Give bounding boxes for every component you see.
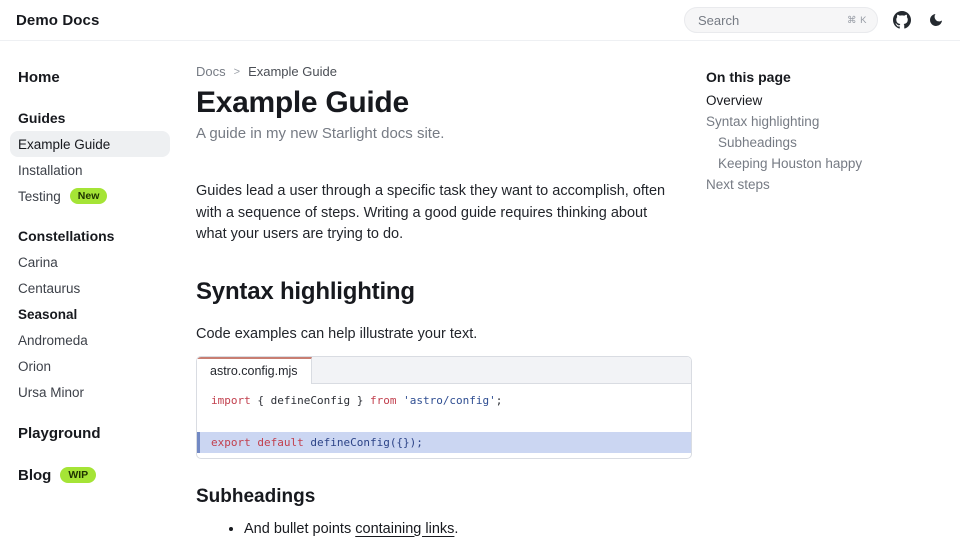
inline-link[interactable]: containing links — [355, 521, 454, 537]
sidebar-item-label: Example Guide — [18, 137, 110, 152]
sidebar-item-label: Blog — [18, 467, 51, 484]
toc-item-subheadings[interactable]: Subheadings — [706, 132, 932, 153]
site-title[interactable]: Demo Docs — [16, 12, 99, 29]
sidebar: Home Guides Example Guide Installation Testi… — [0, 41, 180, 540]
intro-paragraph: Guides lead a user through a specific ta… — [196, 181, 676, 246]
sidebar-item-carina[interactable]: Carina — [10, 249, 170, 275]
code-line: export default defineConfig({}); — [197, 432, 691, 453]
github-link[interactable] — [891, 9, 913, 31]
sidebar-item-guides: Guides — [10, 105, 170, 131]
sidebar-item-label: Testing — [18, 189, 61, 204]
sidebar-item-blog[interactable]: Blog WIP — [10, 461, 170, 489]
code-tabbar: astro.config.mjs — [197, 357, 691, 384]
search-shortcut-kbd: ⌘ K — [847, 15, 867, 26]
code-tabbar-filler — [312, 357, 691, 384]
breadcrumb-item-docs[interactable]: Docs — [196, 64, 226, 79]
section-intro: Code examples can help illustrate your t… — [196, 324, 676, 345]
code-token: import — [211, 394, 257, 407]
sidebar-item-label: Andromeda — [18, 333, 88, 348]
toc-item-next-steps[interactable]: Next steps — [706, 174, 932, 195]
chevron-right-icon: > — [234, 66, 240, 78]
sidebar-item-label: Centaurus — [18, 281, 80, 296]
toc-item-syntax-highlighting[interactable]: Syntax highlighting — [706, 111, 932, 132]
sidebar-item-label: Carina — [18, 255, 58, 270]
sidebar-item-example-guide[interactable]: Example Guide — [10, 131, 170, 157]
subheading-title: Subheadings — [196, 485, 676, 509]
sidebar-item-label: Installation — [18, 163, 83, 178]
table-of-contents: On this page OverviewSyntax highlighting… — [706, 41, 932, 540]
sidebar-item-orion[interactable]: Orion — [10, 353, 170, 379]
sidebar-item-seasonal[interactable]: Seasonal — [10, 301, 170, 327]
bullet-text-prefix: And bullet points — [244, 521, 355, 537]
sidebar-item-ursa-minor[interactable]: Ursa Minor — [10, 379, 170, 405]
code-line — [197, 411, 691, 432]
sidebar-item-label: Orion — [18, 359, 51, 374]
code-token: from — [370, 394, 403, 407]
code-tab-filename[interactable]: astro.config.mjs — [197, 357, 312, 384]
bullet-text-suffix: . — [454, 521, 458, 537]
toc-heading: On this page — [706, 69, 932, 86]
code-token: 'astro/config' — [403, 394, 496, 407]
code-token: export default — [211, 436, 310, 449]
page-subtitle: A guide in my new Starlight docs site. — [196, 125, 676, 143]
site-header: Demo Docs Search ⌘ K — [0, 0, 960, 41]
sidebar-item-label: Ursa Minor — [18, 385, 84, 400]
bullet-item: And bullet points containing links. — [244, 519, 676, 539]
sidebar-item-label: Playground — [18, 425, 101, 442]
sidebar-item-label: Home — [18, 69, 60, 86]
sidebar-item-constellations: Constellations — [10, 223, 170, 249]
sidebar-item-centaurus[interactable]: Centaurus — [10, 275, 170, 301]
main-content: Docs > Example Guide Example Guide A gui… — [180, 41, 676, 540]
toc-list: OverviewSyntax highlightingSubheadingsKe… — [706, 90, 932, 195]
github-icon — [893, 11, 911, 29]
toc-item-overview[interactable]: Overview — [706, 90, 932, 111]
theme-toggle[interactable] — [926, 10, 946, 30]
sidebar-item-playground[interactable]: Playground — [10, 419, 170, 447]
bullet-list: And bullet points containing links. — [196, 519, 676, 539]
sidebar-item-installation[interactable]: Installation — [10, 157, 170, 183]
code-line: import { defineConfig } from 'astro/conf… — [197, 390, 691, 411]
code-token: defineConfig({}); — [310, 436, 423, 449]
header-actions: Search ⌘ K — [684, 7, 946, 33]
moon-icon — [928, 12, 944, 28]
section-heading-syntax-highlighting: Syntax highlighting — [196, 278, 676, 306]
code-block: astro.config.mjs import { defineConfig }… — [196, 356, 692, 459]
sidebar-item-label: Seasonal — [18, 307, 77, 322]
search-input[interactable]: Search ⌘ K — [684, 7, 878, 33]
toc-item-keeping-houston-happy[interactable]: Keeping Houston happy — [706, 153, 932, 174]
sidebar-item-testing[interactable]: Testing New — [10, 183, 170, 209]
code-token: ; — [496, 394, 503, 407]
page-title: Example Guide — [196, 86, 676, 120]
sidebar-item-label: Constellations — [18, 228, 114, 244]
sidebar-item-home[interactable]: Home — [10, 63, 170, 91]
status-badge: New — [70, 188, 108, 204]
page-layout: Home Guides Example Guide Installation Testi… — [0, 41, 960, 540]
breadcrumb: Docs > Example Guide — [196, 63, 676, 80]
search-placeholder: Search — [698, 13, 739, 28]
sidebar-item-andromeda[interactable]: Andromeda — [10, 327, 170, 353]
status-badge: WIP — [60, 467, 96, 483]
code-token: { defineConfig } — [257, 394, 370, 407]
sidebar-item-label: Guides — [18, 110, 65, 126]
breadcrumb-item-current[interactable]: Example Guide — [248, 64, 337, 79]
code-content[interactable]: import { defineConfig } from 'astro/conf… — [197, 384, 691, 458]
